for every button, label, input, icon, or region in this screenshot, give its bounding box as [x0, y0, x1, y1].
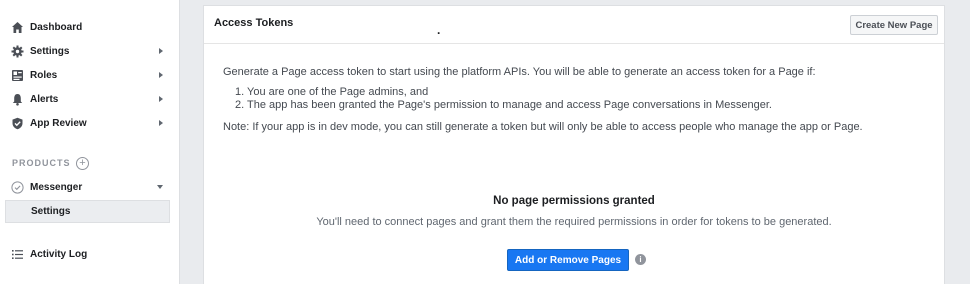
sidebar-item-label: App Review	[30, 117, 87, 129]
condition-item: 1. You are one of the Page admins, and	[235, 86, 429, 98]
empty-state-description: You'll need to connect pages and grant t…	[316, 216, 832, 228]
empty-state-title: No page permissions granted	[493, 195, 655, 207]
sidebar-item-dashboard[interactable]: Dashboard	[0, 15, 180, 39]
chevron-right-icon	[159, 72, 163, 78]
panel-header: Access Tokens . Create New Page	[204, 6, 944, 44]
dev-mode-note: Note: If your app is in dev mode, you ca…	[223, 121, 863, 133]
sidebar: Dashboard Settings Roles Alerts App Revi…	[0, 0, 180, 284]
condition-item: 2. The app has been granted the Page's p…	[235, 99, 772, 111]
sidebar-item-activity-log[interactable]: Activity Log	[0, 242, 180, 266]
sidebar-item-app-review[interactable]: App Review	[0, 111, 180, 135]
gear-icon	[10, 44, 24, 58]
chevron-right-icon	[159, 120, 163, 126]
sidebar-item-label: Activity Log	[30, 248, 88, 260]
create-new-page-button[interactable]: Create New Page	[850, 15, 938, 35]
check-circle-icon	[10, 180, 24, 194]
sidebar-item-roles[interactable]: Roles	[0, 63, 180, 87]
sidebar-subitem-label: Settings	[31, 206, 71, 217]
chevron-down-icon	[157, 185, 163, 189]
add-or-remove-pages-button[interactable]: Add or Remove Pages	[507, 249, 629, 271]
shield-check-icon	[10, 116, 24, 130]
sidebar-item-settings[interactable]: Settings	[0, 39, 180, 63]
list-icon	[10, 247, 24, 261]
header-dot: .	[437, 23, 441, 37]
sidebar-subitem-messenger-settings[interactable]: Settings	[5, 200, 170, 223]
sidebar-item-label: Dashboard	[30, 21, 83, 33]
sidebar-item-label: Alerts	[30, 93, 59, 105]
sidebar-item-label: Roles	[30, 69, 58, 81]
info-icon[interactable]: i	[635, 254, 646, 265]
add-product-icon[interactable]: +	[76, 157, 89, 170]
products-heading: PRODUCTS	[12, 158, 71, 168]
chevron-right-icon	[159, 96, 163, 102]
sidebar-item-label: Messenger	[30, 181, 83, 193]
sidebar-item-alerts[interactable]: Alerts	[0, 87, 180, 111]
home-icon	[10, 20, 24, 34]
bell-icon	[10, 92, 24, 106]
access-tokens-panel: Access Tokens . Create New Page Generate…	[203, 5, 945, 284]
roles-icon	[10, 68, 24, 82]
sidebar-item-label: Settings	[30, 45, 70, 57]
intro-text: Generate a Page access token to start us…	[223, 66, 816, 78]
chevron-right-icon	[159, 48, 163, 54]
panel-title: Access Tokens	[214, 17, 294, 29]
sidebar-item-messenger[interactable]: Messenger	[0, 175, 180, 199]
